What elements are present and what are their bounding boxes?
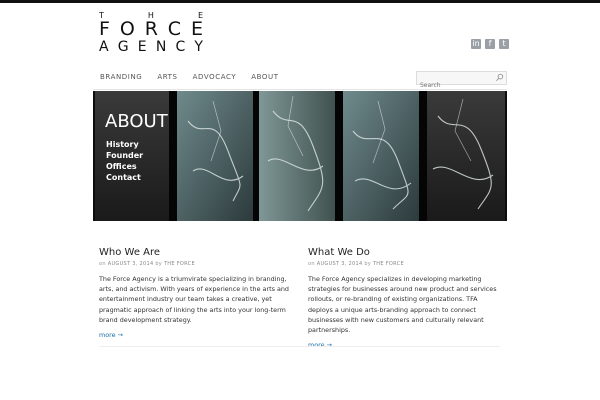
hero-link-contact[interactable]: Contact [106,172,143,183]
main-nav: BRANDING ARTS ADVOCACY ABOUT [100,73,294,81]
nav-branding[interactable]: BRANDING [100,73,142,81]
hero-link-offices[interactable]: Offices [106,161,143,172]
more-link[interactable]: more → [99,331,289,339]
post-author[interactable]: THE FORCE [373,261,404,267]
post-author[interactable]: THE FORCE [164,261,195,267]
nav-advocacy[interactable]: ADVOCACY [193,73,237,81]
logo-agency: A G E N C Y [99,39,203,55]
post-date[interactable]: AUGUST 3, 2014 [108,261,154,267]
post-body: The Force Agency specializes in developi… [308,275,497,335]
post-title[interactable]: Who We Are [99,247,289,258]
header-divider [93,89,507,90]
post-meta: on AUGUST 3, 2014 by THE FORCE [308,261,404,267]
logo-force: F O R C E [99,18,203,40]
search-icon[interactable] [495,73,504,82]
post-title[interactable]: What We Do [308,247,498,258]
facebook-icon[interactable]: f [485,39,495,49]
hero-link-history[interactable]: History [106,139,143,150]
hero-banner: ABOUT History Founder Offices Contact [93,91,507,221]
post-body: The Force Agency is a triumvirate specia… [99,275,289,324]
nav-arts[interactable]: ARTS [157,73,177,81]
content-divider [99,346,500,347]
post-what-we-do: What We Do on AUGUST 3, 2014 by THE FORC… [308,247,498,349]
top-bar [0,0,600,3]
hero-link-founder[interactable]: Founder [106,150,143,161]
post-date[interactable]: AUGUST 3, 2014 [317,261,363,267]
linkedin-icon[interactable]: in [471,39,481,49]
nav-about[interactable]: ABOUT [251,73,278,81]
social-links: in f t [471,39,509,49]
post-who-we-are: Who We Are on AUGUST 3, 2014 by THE FORC… [99,247,289,339]
post-meta: on AUGUST 3, 2014 by THE FORCE [99,261,195,267]
twitter-icon[interactable]: t [499,39,509,49]
search-box [416,71,507,92]
logo[interactable]: T H E F O R C E A G E N C Y [99,11,203,55]
hero-title: ABOUT [105,111,168,132]
hero-links: History Founder Offices Contact [106,139,143,183]
